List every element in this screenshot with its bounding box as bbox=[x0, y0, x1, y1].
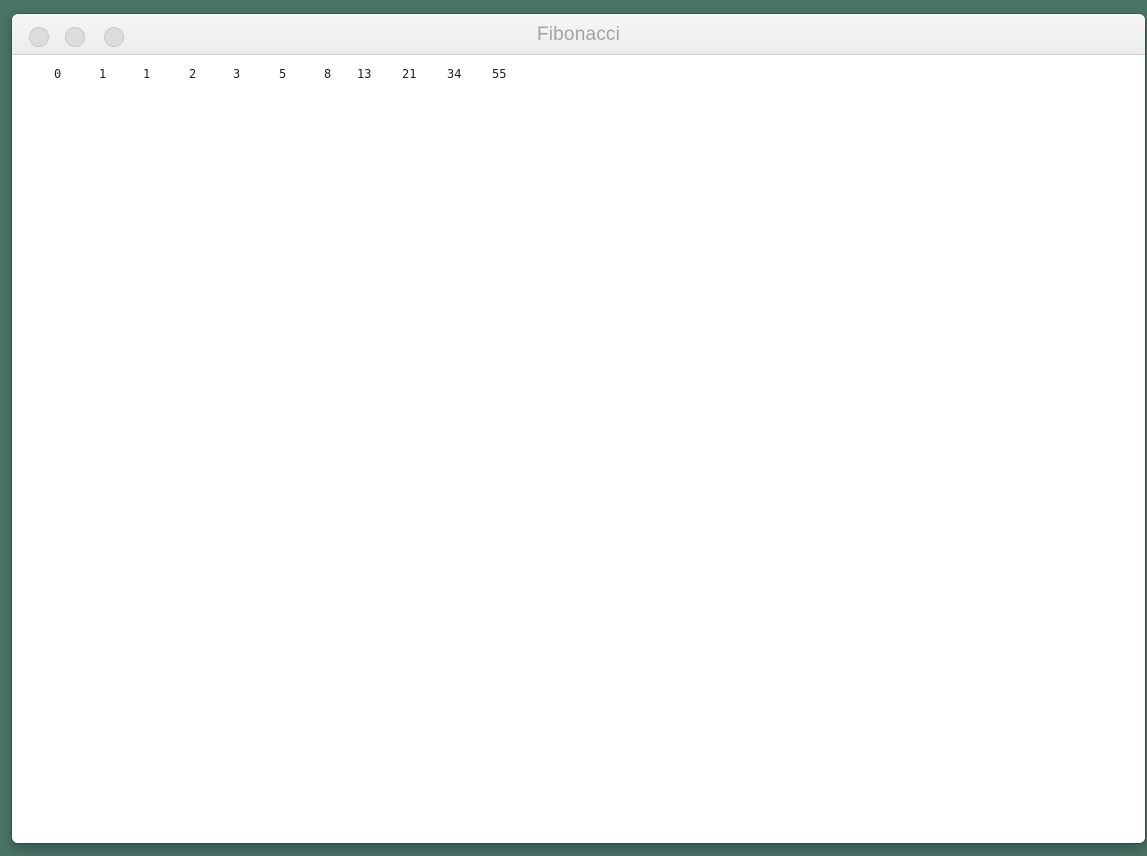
fibonacci-number: 8 bbox=[324, 67, 332, 81]
canvas-area: 0 1 1 2 3 5 8 13 21 34 55 bbox=[12, 55, 1145, 843]
fibonacci-number: 1 bbox=[99, 67, 107, 81]
fibonacci-number: 21 bbox=[402, 67, 417, 81]
fibonacci-number: 3 bbox=[233, 67, 241, 81]
title-bar[interactable]: Fibonacci bbox=[12, 14, 1145, 55]
window-title: Fibonacci bbox=[536, 24, 621, 45]
fibonacci-number: 2 bbox=[189, 67, 197, 81]
fibonacci-number: 34 bbox=[447, 67, 462, 81]
fibonacci-number: 13 bbox=[357, 67, 372, 81]
fibonacci-number: 55 bbox=[492, 67, 507, 81]
fibonacci-number: 1 bbox=[143, 67, 151, 81]
fibonacci-number: 5 bbox=[279, 67, 287, 81]
app-window: Fibonacci 0 1 1 2 3 5 8 13 21 34 55 bbox=[12, 14, 1145, 843]
fibonacci-number: 0 bbox=[54, 67, 62, 81]
